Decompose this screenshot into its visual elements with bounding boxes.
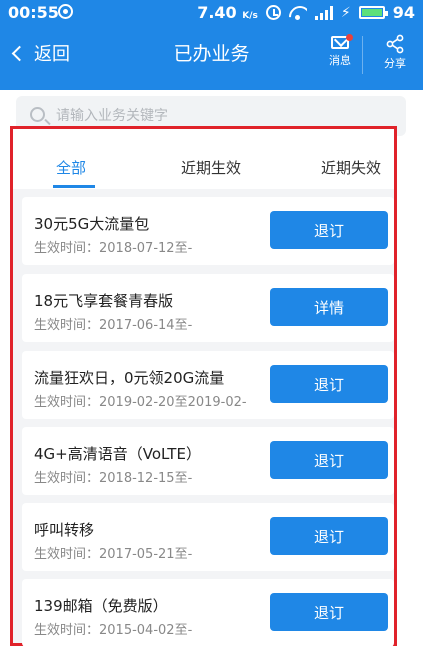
date-prefix: 生效时间： (34, 318, 100, 333)
message-label: 消息 (329, 54, 351, 67)
date-value: 2017-06-14至- (99, 318, 193, 333)
wifi-icon (289, 6, 307, 20)
tab-bar: 全部 近期生效 近期失效 (13, 129, 394, 189)
date-prefix: 生效时间： (34, 471, 100, 486)
carrier-icon (58, 4, 73, 19)
service-name: 30元5G大流量包 (34, 215, 150, 233)
tab-recent-effective[interactable]: 近期生效 (181, 157, 241, 178)
unsubscribe-button[interactable]: 退订 (270, 593, 388, 631)
service-name: 4G+高清语音（VoLTE） (34, 445, 201, 463)
unsubscribe-button[interactable]: 退订 (270, 517, 388, 555)
service-effective-date: 生效时间：2018-07-12至- (34, 237, 192, 256)
top-bar: 00:55 7.40 K/s ⚡ 94 返回 已办业务 消息 分享 (0, 0, 423, 90)
nav-bar: 返回 已办业务 消息 分享 (0, 26, 423, 90)
service-effective-date: 生效时间：2015-04-02至- (34, 619, 192, 638)
charging-icon: ⚡ (340, 4, 351, 21)
service-effective-date: 生效时间：2019-02-20至2019-02- (34, 391, 247, 410)
share-button[interactable]: 分享 (373, 32, 417, 71)
date-prefix: 生效时间： (34, 547, 100, 562)
search-icon (30, 107, 45, 122)
battery-level: 94 (392, 3, 415, 22)
network-speed: 7.40 K/s (197, 3, 258, 22)
message-button[interactable]: 消息 (318, 32, 362, 68)
network-speed-unit: K/s (242, 11, 258, 21)
service-card: 18元飞享套餐青春版 生效时间：2017-06-14至- 详情 (22, 274, 394, 342)
status-right: 7.40 K/s ⚡ 94 (197, 3, 415, 22)
date-prefix: 生效时间： (34, 241, 100, 256)
details-button[interactable]: 详情 (270, 288, 388, 326)
search-input[interactable] (56, 104, 396, 128)
date-prefix: 生效时间： (34, 395, 100, 410)
status-bar: 00:55 7.40 K/s ⚡ 94 (0, 0, 423, 26)
share-label: 分享 (384, 57, 406, 70)
date-value: 2017-05-21至- (99, 547, 193, 562)
service-effective-date: 生效时间：2017-06-14至- (34, 314, 192, 333)
unread-dot-icon (346, 34, 353, 41)
service-card: 呼叫转移 生效时间：2017-05-21至- 退订 (22, 503, 394, 571)
service-card: 流量狂欢日，0元领20G流量 生效时间：2019-02-20至2019-02- … (22, 351, 394, 419)
service-name: 18元飞享套餐青春版 (34, 292, 174, 310)
active-tab-indicator (53, 185, 95, 188)
service-card: 139邮箱（免费版） 生效时间：2015-04-02至- 退订 (22, 579, 394, 647)
unsubscribe-button[interactable]: 退订 (270, 365, 388, 403)
service-effective-date: 生效时间：2018-12-15至- (34, 467, 192, 486)
service-name: 流量狂欢日，0元领20G流量 (34, 369, 225, 387)
unsubscribe-button[interactable]: 退订 (270, 441, 388, 479)
network-speed-value: 7.40 (197, 3, 237, 22)
service-name: 139邮箱（免费版） (34, 597, 168, 615)
date-prefix: 生效时间： (34, 623, 100, 638)
share-icon (386, 34, 404, 54)
back-button[interactable]: 返回 (10, 40, 70, 66)
status-time: 00:55 (8, 3, 59, 22)
unsubscribe-button[interactable]: 退订 (270, 211, 388, 249)
date-value: 2018-07-12至- (99, 241, 193, 256)
tab-all[interactable]: 全部 (56, 157, 86, 178)
signal-icon (314, 5, 333, 20)
service-card: 30元5G大流量包 生效时间：2018-07-12至- 退订 (22, 197, 394, 265)
date-value: 2019-02-20至2019-02- (99, 395, 247, 410)
service-effective-date: 生效时间：2017-05-21至- (34, 543, 192, 562)
date-value: 2018-12-15至- (99, 471, 193, 486)
back-label: 返回 (34, 44, 70, 65)
service-name: 呼叫转移 (34, 521, 95, 539)
alarm-icon (265, 5, 281, 20)
service-panel: 全部 近期生效 近期失效 30元5G大流量包 生效时间：2018-07-12至-… (10, 126, 397, 647)
chevron-left-icon (11, 45, 28, 61)
tab-recent-expired[interactable]: 近期失效 (321, 157, 381, 178)
service-card: 4G+高清语音（VoLTE） 生效时间：2018-12-15至- 退订 (22, 427, 394, 495)
battery-icon (358, 6, 388, 19)
date-value: 2015-04-02至- (99, 623, 193, 638)
nav-divider (362, 36, 363, 74)
